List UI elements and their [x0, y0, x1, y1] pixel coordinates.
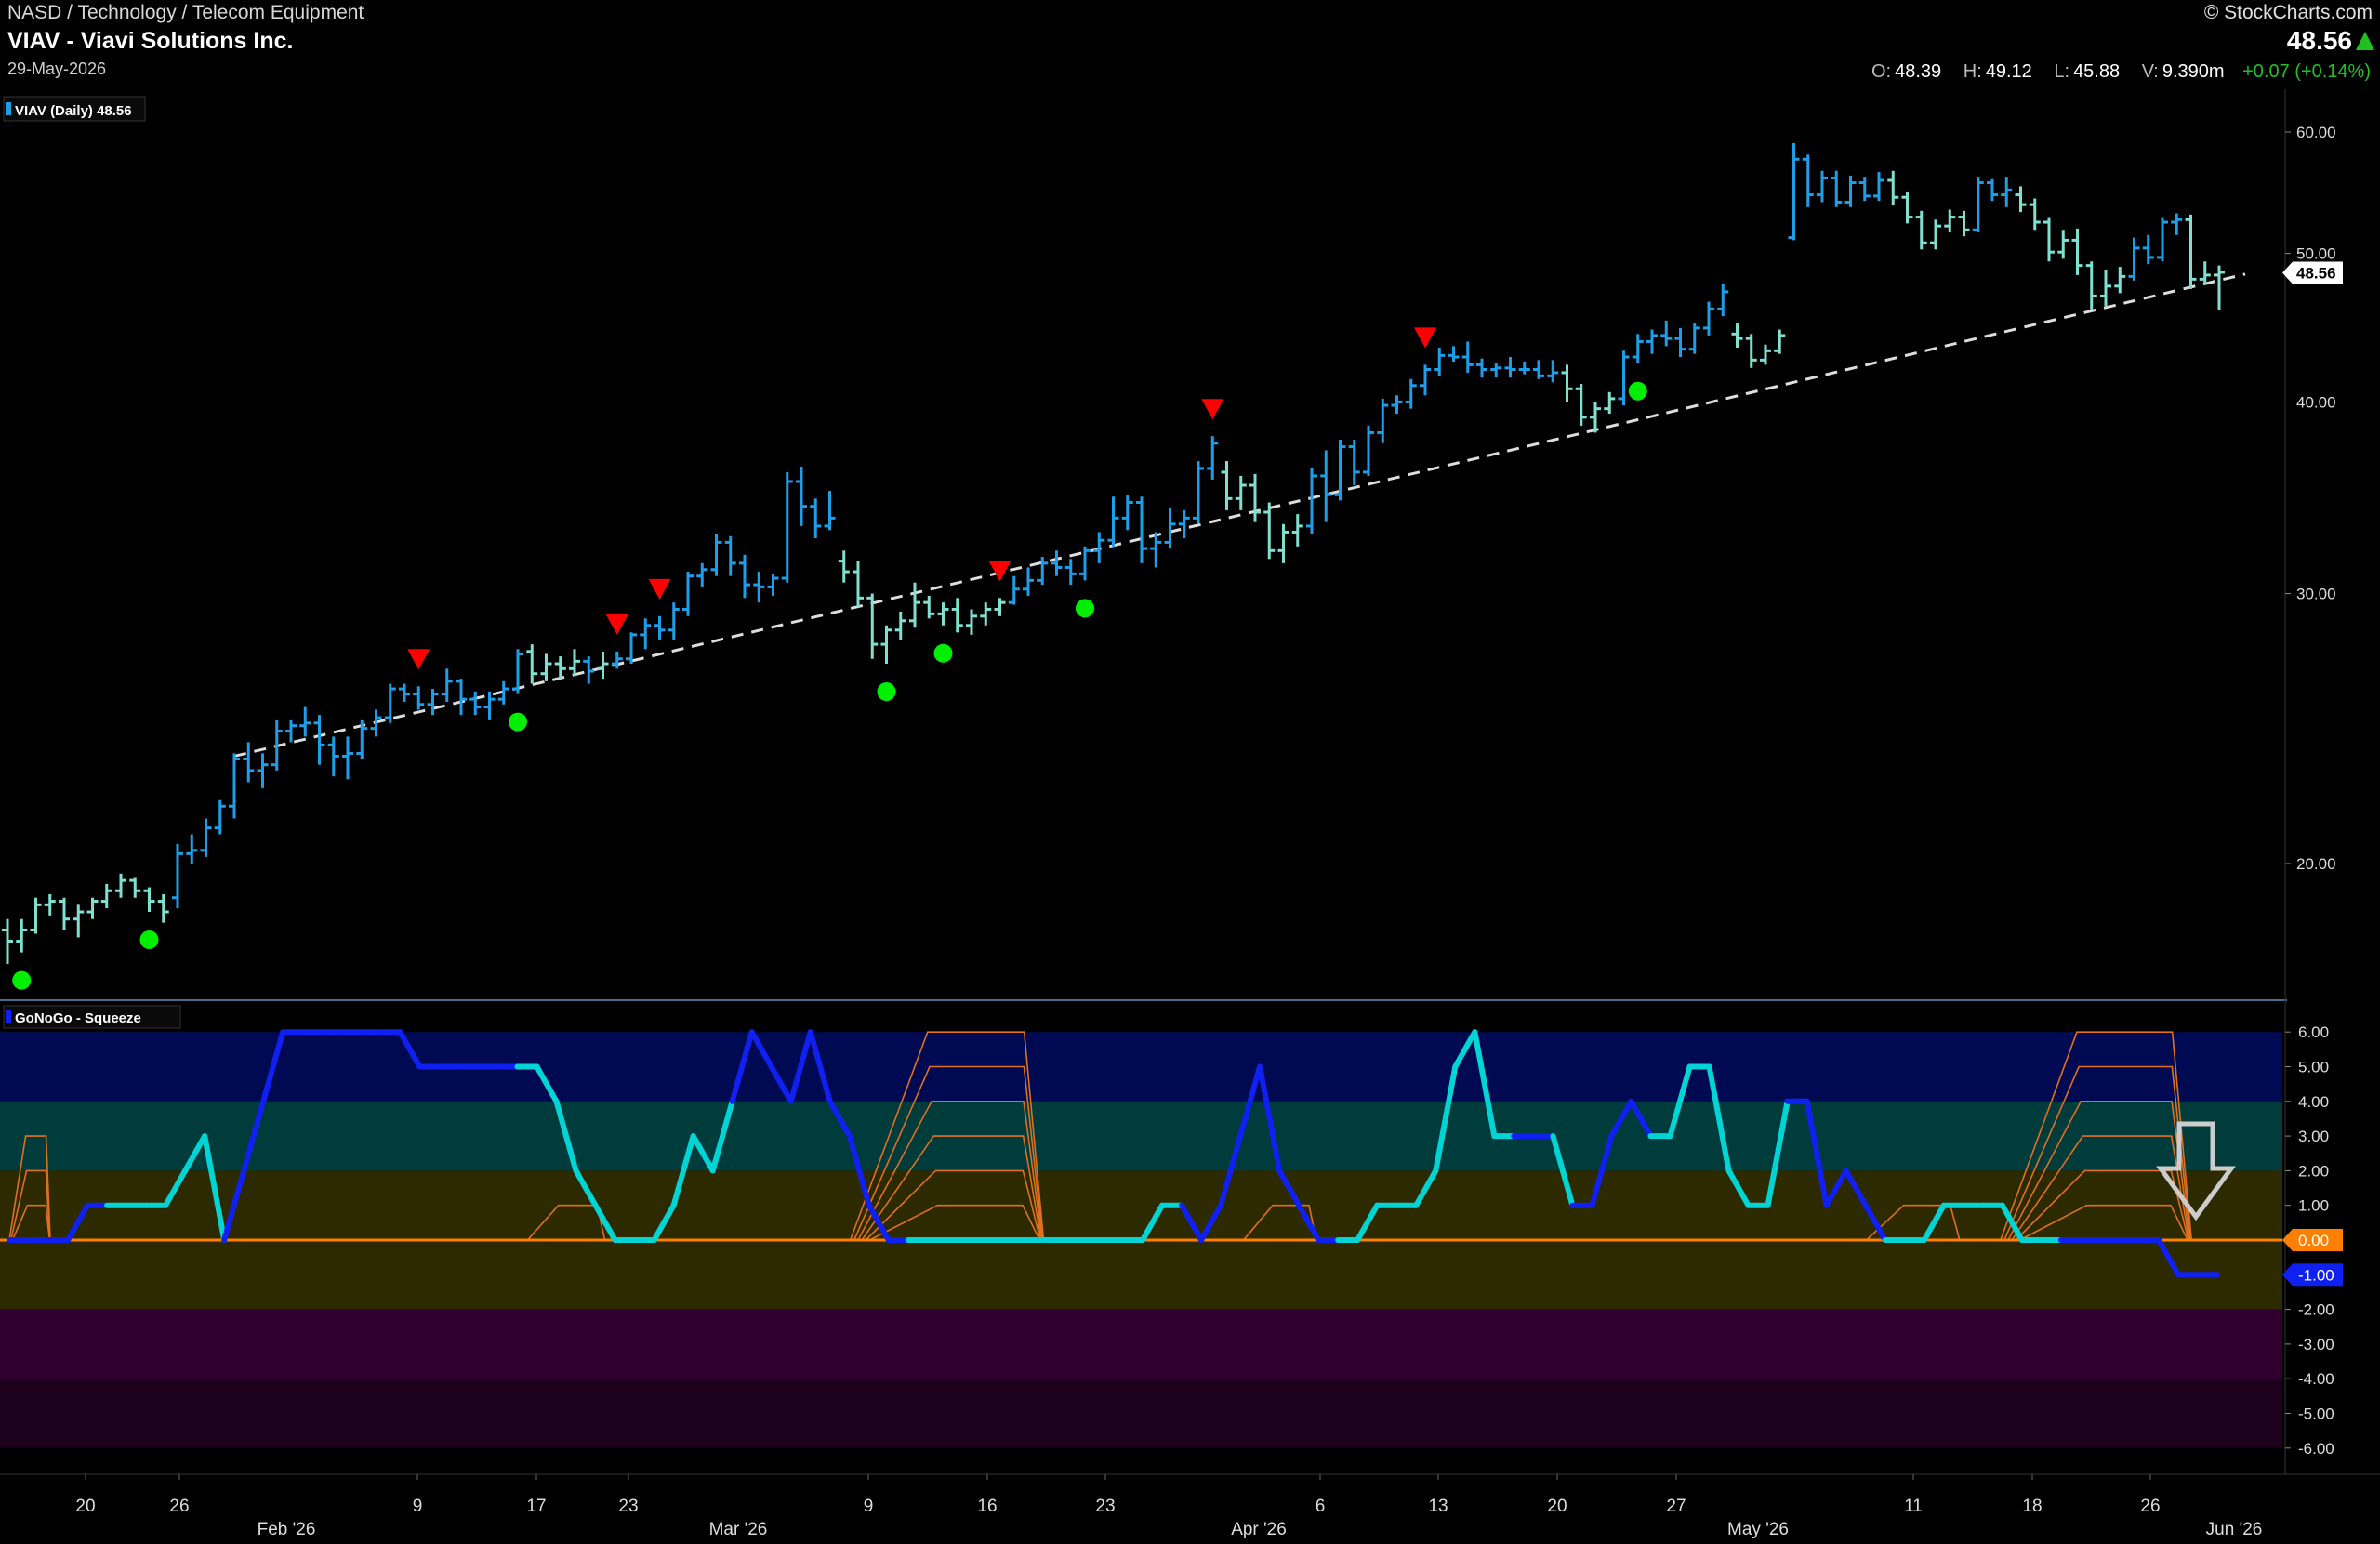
osc-value-tag-label: -1.00 — [2298, 1266, 2334, 1284]
x-month-label: Apr '26 — [1231, 1520, 1287, 1539]
osc-tick-label: -3.00 — [2298, 1336, 2334, 1353]
osc-tick-label: 5.00 — [2298, 1059, 2329, 1076]
last-price-tag-label: 48.56 — [2296, 265, 2336, 283]
x-tick-label: 13 — [1428, 1497, 1448, 1516]
ohlc-readout: O: 48.39 H: 49.12 L: 45.88 V: 9.390m +0.07 (… — [1855, 61, 2371, 83]
osc-tick-label: -6.00 — [2298, 1440, 2334, 1458]
x-tick-label: 9 — [864, 1497, 874, 1516]
x-tick-label: 18 — [2022, 1497, 2042, 1516]
high-label: H: — [1963, 61, 1982, 82]
oscillator-band — [0, 1379, 2282, 1448]
osc-tick-label: 1.00 — [2298, 1197, 2329, 1215]
chart-date: 29-May-2026 — [7, 59, 107, 78]
x-tick-label: 27 — [1666, 1497, 1686, 1516]
osc-legend-text: GoNoGo - Squeeze — [15, 1010, 141, 1026]
oscillator-band — [0, 1309, 2282, 1379]
go-marker — [12, 970, 32, 990]
oscillator-band — [0, 1101, 2282, 1171]
x-tick-label: 23 — [1095, 1497, 1115, 1516]
x-tick-label: 26 — [2140, 1497, 2160, 1516]
go-marker — [1076, 599, 1094, 618]
osc-tick-label: -2.00 — [2298, 1301, 2334, 1319]
price-tick-label: 30.00 — [2296, 586, 2336, 603]
x-tick-label: 20 — [1547, 1497, 1567, 1516]
x-tick-label: 23 — [618, 1497, 638, 1516]
open-label: O: — [1871, 61, 1892, 82]
osc-tick-label: -4.00 — [2298, 1370, 2334, 1388]
price-tick-label: 20.00 — [2296, 855, 2336, 873]
go-marker — [877, 682, 896, 702]
x-tick-label: 17 — [526, 1497, 546, 1516]
go-marker — [509, 712, 527, 732]
open-value: 48.39 — [1895, 61, 1942, 82]
x-month-label: Feb '26 — [258, 1520, 316, 1539]
osc-tick-label: 4.00 — [2298, 1093, 2329, 1111]
oscillator-band — [0, 1240, 2282, 1310]
osc-tick-label: 3.00 — [2298, 1128, 2329, 1145]
change-value: +0.07 (+0.14%) — [2242, 61, 2371, 82]
x-tick-label: 9 — [413, 1497, 423, 1516]
price-legend-swatch — [6, 102, 11, 115]
up-arrow-icon — [2356, 32, 2374, 50]
chart-canvas[interactable]: VIAV (Daily) 48.56GoNoGo - Squeeze60.005… — [0, 89, 2380, 1544]
osc-tick-label: 2.00 — [2298, 1162, 2329, 1180]
osc-tick-label: 6.00 — [2298, 1023, 2329, 1041]
go-marker — [1628, 381, 1647, 401]
volume-label: V: — [2141, 61, 2159, 82]
page-title: VIAV - Viavi Solutions Inc. — [7, 28, 294, 54]
copyright[interactable]: © StockCharts.com — [2204, 2, 2373, 24]
chart-header: NASD / Technology / Telecom Equipment VI… — [0, 0, 2380, 89]
x-tick-label: 16 — [977, 1497, 997, 1516]
osc-legend-swatch — [6, 1010, 11, 1023]
high-value: 49.12 — [1985, 61, 2032, 82]
x-month-label: Mar '26 — [709, 1520, 768, 1539]
go-marker — [933, 643, 953, 663]
volume-value: 9.390m — [2162, 61, 2225, 82]
x-tick-label: 20 — [75, 1497, 95, 1516]
price-tick-label: 60.00 — [2296, 124, 2336, 141]
price-tick-label: 40.00 — [2296, 393, 2336, 411]
x-tick-label: 11 — [1904, 1497, 1923, 1516]
osc-tick-label: -5.00 — [2298, 1405, 2334, 1423]
breadcrumb[interactable]: NASD / Technology / Telecom Equipment — [7, 2, 364, 24]
osc-value-tag-label: 0.00 — [2298, 1232, 2329, 1249]
x-month-label: Jun '26 — [2206, 1520, 2263, 1539]
low-label: L: — [2054, 61, 2070, 82]
go-marker — [139, 930, 159, 949]
x-month-label: May '26 — [1727, 1520, 1789, 1539]
x-tick-label: 6 — [1316, 1497, 1326, 1516]
last-price: 48.56 — [2286, 26, 2352, 55]
price-tick-label: 50.00 — [2296, 245, 2336, 263]
oscillator-band — [0, 1032, 2282, 1102]
price-legend-text: VIAV (Daily) 48.56 — [15, 103, 132, 119]
x-tick-label: 26 — [169, 1497, 189, 1516]
low-value: 45.88 — [2073, 61, 2121, 82]
